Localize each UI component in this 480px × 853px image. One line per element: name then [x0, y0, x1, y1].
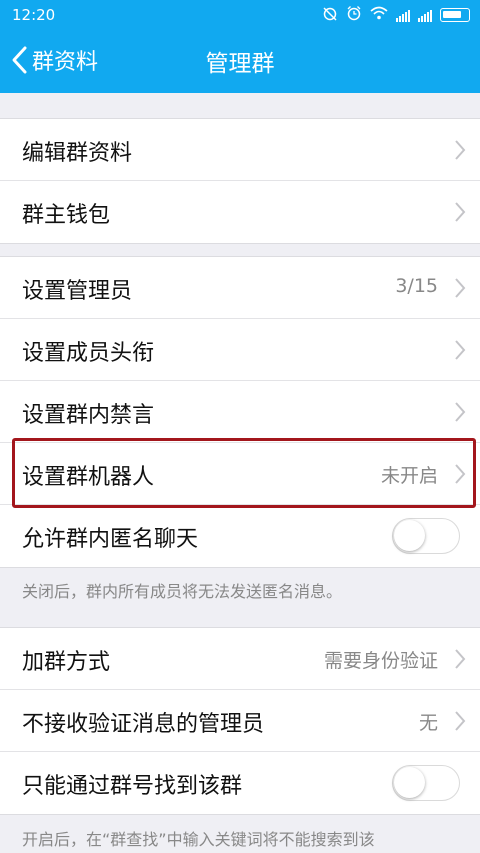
row-set-admins[interactable]: 设置管理员 3/15 — [0, 257, 480, 319]
highlight-box — [12, 438, 476, 508]
chevron-right-icon — [455, 649, 466, 669]
no-verify-admins-value: 无 — [418, 712, 438, 734]
toggle-knob — [394, 520, 425, 551]
row-join-method[interactable]: 加群方式 需要身份验证 — [0, 628, 480, 690]
row-label: 不接收验证消息的管理员 — [22, 712, 265, 737]
row-label: 加群方式 — [22, 650, 111, 675]
row-owner-wallet[interactable]: 群主钱包 — [0, 181, 480, 243]
row-anonymous-chat: 允许群内匿名聊天 — [0, 505, 480, 567]
admin-count: 3/15 — [395, 275, 438, 297]
alarm-off-icon — [322, 5, 338, 25]
find-by-number-toggle[interactable] — [392, 765, 460, 801]
anonymous-chat-note: 关闭后，群内所有成员将无法发送匿名消息。 — [22, 582, 343, 601]
status-time: 12:20 — [12, 6, 56, 24]
page-title: 管理群 — [205, 51, 275, 77]
row-label: 设置群内禁言 — [22, 403, 155, 428]
status-bar: 12:20 — [0, 0, 480, 30]
row-member-titles[interactable]: 设置成员头衔 — [0, 319, 480, 381]
row-label: 允许群内匿名聊天 — [22, 527, 199, 552]
row-no-verify-admins[interactable]: 不接收验证消息的管理员 无 — [0, 690, 480, 752]
alarm-icon — [346, 5, 362, 25]
chevron-right-icon — [455, 402, 466, 422]
row-edit-group-profile[interactable]: 编辑群资料 — [0, 119, 480, 181]
signal-icon — [396, 9, 410, 22]
chevron-right-icon — [455, 278, 466, 298]
group-join-settings: 加群方式 需要身份验证 不接收验证消息的管理员 无 只能通过群号找到该群 — [0, 627, 480, 815]
join-method-value: 需要身份验证 — [323, 650, 438, 672]
row-label: 只能通过群号找到该群 — [22, 774, 243, 799]
chevron-right-icon — [455, 340, 466, 360]
find-by-number-note: 开启后，在“群查找”中输入关键词将不能搜索到该 — [22, 830, 375, 849]
row-label: 编辑群资料 — [22, 141, 133, 166]
wifi-icon — [370, 6, 388, 24]
row-label: 群主钱包 — [22, 203, 111, 228]
chevron-right-icon — [455, 140, 466, 160]
row-group-mute[interactable]: 设置群内禁言 — [0, 381, 480, 443]
status-icons — [322, 5, 470, 25]
row-find-by-number-only: 只能通过群号找到该群 — [0, 752, 480, 814]
anonymous-chat-toggle[interactable] — [392, 518, 460, 554]
chevron-right-icon — [455, 711, 466, 731]
nav-bar: 群资料 管理群 — [0, 30, 480, 93]
row-label: 设置管理员 — [22, 279, 133, 304]
chevron-right-icon — [455, 202, 466, 222]
battery-icon — [440, 8, 470, 22]
group-management: 设置管理员 3/15 设置成员头衔 设置群内禁言 设置群机器人 未开启 允许群内… — [0, 256, 480, 568]
signal-icon — [418, 9, 432, 22]
row-label: 设置成员头衔 — [22, 341, 155, 366]
group-profile: 编辑群资料 群主钱包 — [0, 118, 480, 244]
toggle-knob — [394, 767, 425, 798]
